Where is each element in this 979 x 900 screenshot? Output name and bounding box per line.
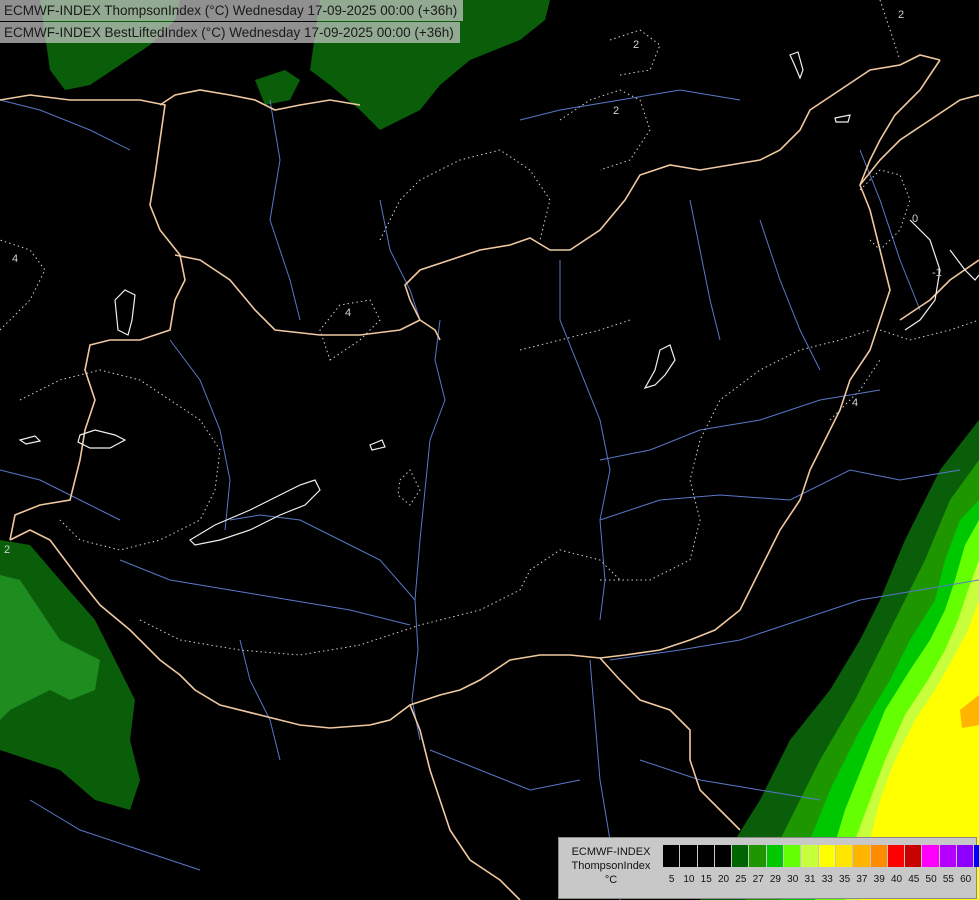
legend-swatch: [732, 845, 750, 867]
legend-tick: 35: [839, 874, 851, 885]
legend-tick: 31: [804, 874, 816, 885]
legend-swatch: [835, 845, 854, 867]
legend-tick: 27: [752, 874, 764, 885]
legend-tick: 50: [925, 874, 937, 885]
legend-tick: 5: [668, 874, 675, 885]
legend-swatch: [663, 845, 681, 867]
legend-swatch: [939, 845, 958, 867]
legend-swatch: [887, 845, 906, 867]
legend-tick: 10: [683, 874, 695, 885]
legend-title: ECMWF-INDEX ThompsonIndex °C: [561, 845, 661, 887]
legend-unit: °C: [604, 874, 618, 886]
legend-tick: 20: [717, 874, 730, 885]
legend-tick: 33: [821, 874, 833, 885]
weather-map: 2 2 4 4 4 2 0 -1 2: [0, 0, 979, 900]
contour-label: 2: [4, 544, 10, 556]
legend-swatch: [922, 845, 940, 867]
legend-swatch: [974, 845, 979, 867]
legend-swatch: [853, 845, 871, 867]
legend-tick: 25: [735, 874, 747, 885]
legend-swatch: [818, 845, 836, 867]
legend-swatch: [680, 845, 698, 867]
legend-swatch: [697, 845, 715, 867]
legend-tick: 29: [769, 874, 781, 885]
map-title-best-lifted-index: ECMWF-INDEX BestLiftedIndex (°C) Wednesd…: [0, 22, 460, 43]
legend-swatch: [870, 845, 888, 867]
legend-tick: 15: [700, 874, 712, 885]
legend-tick-labels: 5 10 15 20 25 27 29 30 31 33 35 37 39 40 45 50 55 60: [663, 874, 974, 888]
color-legend: ECMWF-INDEX ThompsonIndex °C 5 10 15 20 25 27…: [558, 837, 979, 899]
legend-tick: 40: [890, 874, 903, 885]
legend-tick: 39: [873, 874, 885, 885]
contour-label: 2: [633, 39, 639, 51]
contour-label: 4: [852, 397, 858, 409]
contour-label: 2: [898, 9, 904, 21]
legend-swatch: [784, 845, 802, 867]
contour-label: 4: [345, 307, 351, 319]
legend-source: ECMWF-INDEX: [571, 846, 651, 858]
legend-tick: 60: [960, 874, 972, 885]
legend-tick: 37: [856, 874, 868, 885]
contour-label: -1: [932, 267, 942, 279]
legend-tick: 30: [787, 874, 799, 885]
map-title-thompson-index: ECMWF-INDEX ThompsonIndex (°C) Wednesday…: [0, 0, 464, 21]
legend-swatch: [801, 845, 819, 867]
legend-parameter: ThompsonIndex: [571, 860, 651, 872]
legend-swatch: [766, 845, 785, 867]
legend-tick: 45: [908, 874, 920, 885]
contour-label: 0: [912, 213, 918, 225]
legend-swatch: [714, 845, 733, 867]
legend-swatch: [957, 845, 975, 867]
contour-label: 4: [12, 253, 18, 265]
legend-swatch: [905, 845, 923, 867]
contour-label: 2: [613, 105, 619, 117]
legend-tick: 55: [942, 874, 954, 885]
legend-swatch: [749, 845, 767, 867]
legend-color-scale: [663, 845, 979, 867]
